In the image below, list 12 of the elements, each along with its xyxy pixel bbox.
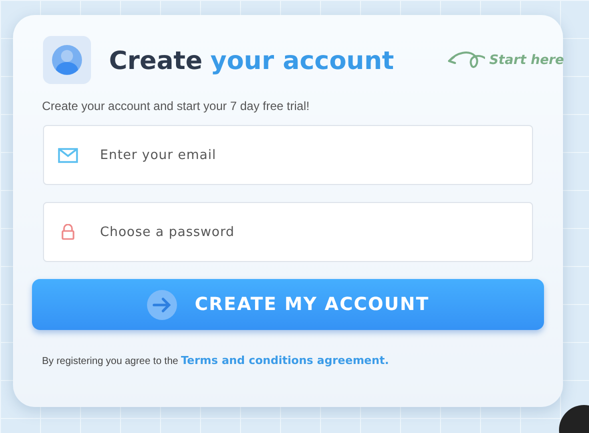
- subtitle: Create your account and start your 7 day free trial!: [42, 99, 310, 113]
- terms-text: By registering you agree to the Terms and conditions agreement.: [42, 354, 390, 367]
- envelope-icon: [58, 148, 78, 162]
- arrow-right-icon: [146, 290, 177, 320]
- password-field[interactable]: Choose a password: [43, 202, 533, 262]
- hint-text: Start here: [489, 52, 564, 68]
- user-avatar-icon: [43, 36, 91, 84]
- email-field[interactable]: Enter your email: [43, 125, 533, 185]
- terms-link[interactable]: Terms and conditions agreement.: [180, 354, 389, 367]
- title-text: Create: [109, 46, 202, 74]
- create-account-button[interactable]: CREATE MY ACCOUNT: [32, 279, 544, 330]
- title-highlight: your account: [210, 46, 394, 74]
